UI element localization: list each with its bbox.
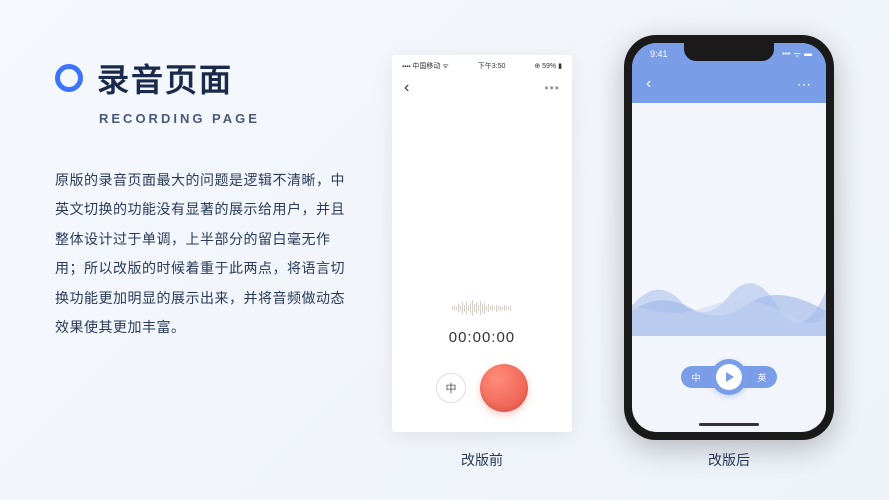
before-column: ▪▪▪▪ 中国移动 ᯤ 下午3:50 ⊕ 59% ▮ ‹ ••• 00:00:0… bbox=[385, 55, 579, 470]
new-status-time: 9:41 bbox=[650, 49, 668, 59]
status-time: 下午3:50 bbox=[478, 61, 506, 71]
record-button[interactable] bbox=[480, 364, 528, 412]
lang-chinese-button[interactable]: 中 bbox=[681, 371, 711, 384]
play-button[interactable] bbox=[711, 359, 747, 395]
play-icon bbox=[726, 372, 734, 382]
after-column: 9:41 ▪▪▪ ᯤ ▬ ‹ ⋯ bbox=[609, 35, 849, 470]
text-column: 录音页面 RECORDING PAGE 原版的录音页面最大的问题是逻辑不清晰，中… bbox=[55, 55, 345, 470]
after-caption: 改版后 bbox=[708, 450, 750, 470]
circle-icon bbox=[55, 64, 83, 92]
description-text: 原版的录音页面最大的问题是逻辑不清晰，中英文切换的功能没有显著的展示给用户，并且… bbox=[55, 166, 345, 342]
language-toggle-button[interactable]: 中 bbox=[436, 373, 466, 403]
old-phone-mockup: ▪▪▪▪ 中国移动 ᯤ 下午3:50 ⊕ 59% ▮ ‹ ••• 00:00:0… bbox=[392, 55, 572, 432]
page-title-cn: 录音页面 bbox=[97, 55, 233, 101]
timer-display: 00:00:00 bbox=[449, 329, 515, 346]
new-body: 中 英 bbox=[632, 103, 826, 432]
old-status-bar: ▪▪▪▪ 中国移动 ᯤ 下午3:50 ⊕ 59% ▮ bbox=[392, 55, 572, 73]
new-phone-mockup: 9:41 ▪▪▪ ᯤ ▬ ‹ ⋯ bbox=[624, 35, 834, 440]
more-icon[interactable]: ••• bbox=[544, 81, 560, 95]
carrier-label: ▪▪▪▪ 中国移动 ᯤ bbox=[402, 61, 449, 71]
before-caption: 改版前 bbox=[461, 450, 503, 470]
battery-icon: ▬ bbox=[804, 49, 812, 60]
back-icon[interactable]: ‹ bbox=[404, 79, 409, 97]
old-controls: 中 bbox=[436, 364, 528, 412]
page-title-en: RECORDING PAGE bbox=[99, 111, 345, 126]
back-icon[interactable]: ‹ bbox=[646, 75, 651, 93]
new-status-icons: ▪▪▪ ᯤ ▬ bbox=[782, 49, 812, 60]
lang-english-button[interactable]: 英 bbox=[747, 371, 777, 384]
waveform-icon bbox=[432, 297, 532, 319]
language-pill: 中 英 bbox=[681, 366, 777, 388]
more-icon[interactable]: ⋯ bbox=[797, 76, 812, 93]
old-nav-bar: ‹ ••• bbox=[392, 73, 572, 105]
new-controls: 中 英 bbox=[632, 366, 826, 388]
signal-icon: ▪▪▪ bbox=[782, 49, 791, 60]
wifi-icon: ᯤ bbox=[794, 49, 801, 60]
battery-label: ⊕ 59% ▮ bbox=[534, 62, 562, 70]
old-body: 00:00:00 中 bbox=[392, 105, 572, 432]
home-indicator bbox=[699, 423, 759, 426]
title-row: 录音页面 bbox=[55, 55, 345, 101]
phone-notch bbox=[684, 43, 774, 61]
audio-wave-visual bbox=[632, 266, 826, 336]
